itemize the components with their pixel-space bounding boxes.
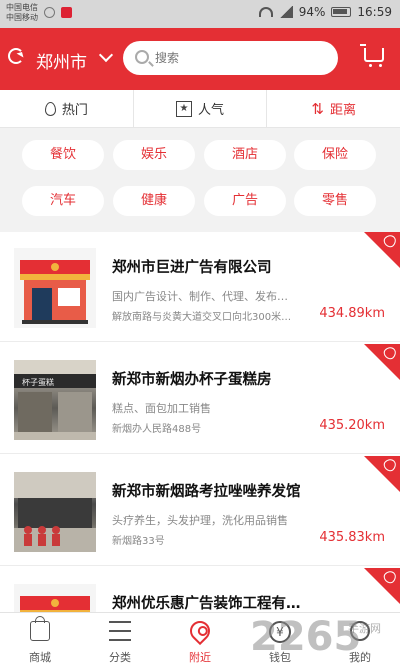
- clock: 16:59: [357, 5, 392, 19]
- location-pin-icon: [185, 616, 215, 646]
- sort-tab-distance[interactable]: ⇅ 距离: [267, 90, 400, 127]
- tab-wallet[interactable]: ¥ 钱包: [240, 613, 320, 666]
- notification-icon: [44, 7, 55, 18]
- storefront-illustration: [14, 248, 96, 328]
- tab-label: 附近: [189, 651, 211, 664]
- category-grid: 餐饮 娱乐 酒店 保险 汽车 健康 广告 零售: [0, 128, 400, 230]
- tab-label: 钱包: [269, 651, 291, 664]
- shop-thumbnail: [14, 248, 96, 328]
- shop-distance: 435.83km: [319, 530, 385, 545]
- storefront-illustration: [14, 584, 96, 612]
- salon-storefront-photo: [14, 472, 96, 552]
- category-chip[interactable]: 保险: [294, 140, 376, 170]
- shop-name: 新郑市新烟办杯子蛋糕房: [112, 372, 272, 388]
- shop-description: 糕点、面包加工销售: [112, 402, 211, 415]
- tab-label: 我的: [349, 651, 371, 664]
- battery-icon: [331, 7, 352, 17]
- shop-distance: 435.20km: [319, 418, 385, 433]
- sort-bar: 热门 ★ 人气 ⇅ 距离: [0, 90, 400, 128]
- category-chip[interactable]: 餐饮: [22, 140, 104, 170]
- bag-icon: [30, 616, 50, 641]
- tab-profile[interactable]: 我的: [320, 613, 400, 666]
- shop-photo: 杯子蛋糕: [14, 360, 96, 440]
- menu-icon: [109, 621, 131, 641]
- shop-list: 郑州市巨进广告有限公司 国内广告设计、制作、代理、发布… 解放南路与炎黄大道交叉…: [0, 232, 400, 612]
- signal-icon: [278, 6, 293, 18]
- flame-icon: [44, 101, 56, 116]
- shop-description: 头疗养生，头发护理，洗化用品销售: [112, 514, 288, 527]
- star-badge-icon: ★: [176, 100, 192, 117]
- search-box[interactable]: [123, 41, 338, 75]
- sort-tab-label: 距离: [329, 103, 356, 118]
- tab-nearby[interactable]: 附近: [160, 613, 240, 666]
- tab-category[interactable]: 分类: [80, 613, 160, 666]
- user-icon: [350, 621, 370, 641]
- shop-thumbnail: [14, 584, 96, 612]
- header-bar: 郑州市: [0, 28, 400, 90]
- shop-card[interactable]: 郑州优乐惠广告装饰工程有…: [0, 568, 400, 612]
- sort-tab-hot[interactable]: 热门: [0, 90, 134, 127]
- tab-label: 分类: [109, 651, 131, 664]
- tab-label: 商城: [29, 651, 51, 664]
- category-chip[interactable]: 广告: [204, 186, 286, 216]
- wifi-icon: [258, 7, 273, 17]
- status-bar: 中国电信 中国移动 94% 16:59: [0, 0, 400, 28]
- cart-icon[interactable]: [360, 44, 384, 67]
- bottom-tab-bar: 商城 分类 附近 ¥ 钱包 我的: [0, 612, 400, 666]
- category-chip[interactable]: 零售: [294, 186, 376, 216]
- sort-tab-label: 热门: [61, 103, 88, 118]
- category-chip[interactable]: 娱乐: [113, 140, 195, 170]
- shop-card[interactable]: 新郑市新烟路考拉唑唑养发馆 头疗养生，头发护理，洗化用品销售 新烟路33号 43…: [0, 456, 400, 566]
- shop-card[interactable]: 杯子蛋糕 新郑市新烟办杯子蛋糕房 糕点、面包加工销售 新烟办人民路488号 43…: [0, 344, 400, 454]
- carrier-info: 中国电信 中国移动: [6, 3, 38, 23]
- shop-address: 新烟办人民路488号: [112, 424, 202, 435]
- chevron-down-icon[interactable]: [98, 47, 114, 63]
- shop-address: 解放南路与炎黄大道交叉口向北300米…: [112, 312, 292, 323]
- shop-description: 国内广告设计、制作、代理、发布…: [112, 290, 288, 303]
- svg-text:杯子蛋糕: 杯子蛋糕: [22, 377, 54, 387]
- search-icon: [135, 50, 149, 64]
- sort-arrows-icon: ⇅: [311, 99, 324, 118]
- battery-percent: 94%: [298, 5, 326, 19]
- category-chip[interactable]: 汽车: [22, 186, 104, 216]
- sort-tab-popularity[interactable]: ★ 人气: [134, 90, 268, 127]
- shop-address: 新烟路33号: [112, 536, 165, 547]
- wallet-icon: ¥: [269, 621, 291, 643]
- carrier-1: 中国电信: [6, 3, 38, 12]
- category-chip[interactable]: 健康: [113, 186, 195, 216]
- shop-photo: [14, 472, 96, 552]
- shop-name: 郑州优乐惠广告装饰工程有…: [112, 596, 301, 612]
- cake-shop-photo: 杯子蛋糕: [14, 360, 96, 440]
- tab-mall[interactable]: 商城: [0, 613, 80, 666]
- shop-name: 新郑市新烟路考拉唑唑养发馆: [112, 484, 301, 500]
- sort-tab-label: 人气: [198, 103, 225, 118]
- shop-card[interactable]: 郑州市巨进广告有限公司 国内广告设计、制作、代理、发布… 解放南路与炎黄大道交叉…: [0, 232, 400, 342]
- shop-distance: 434.89km: [319, 306, 385, 321]
- carrier-2: 中国移动: [6, 13, 38, 22]
- app-notification-icon: [61, 7, 72, 18]
- refresh-location-icon[interactable]: [8, 48, 24, 64]
- search-input[interactable]: [155, 48, 325, 68]
- category-chip[interactable]: 酒店: [204, 140, 286, 170]
- shop-name: 郑州市巨进广告有限公司: [112, 260, 272, 276]
- city-selector[interactable]: 郑州市: [36, 48, 87, 73]
